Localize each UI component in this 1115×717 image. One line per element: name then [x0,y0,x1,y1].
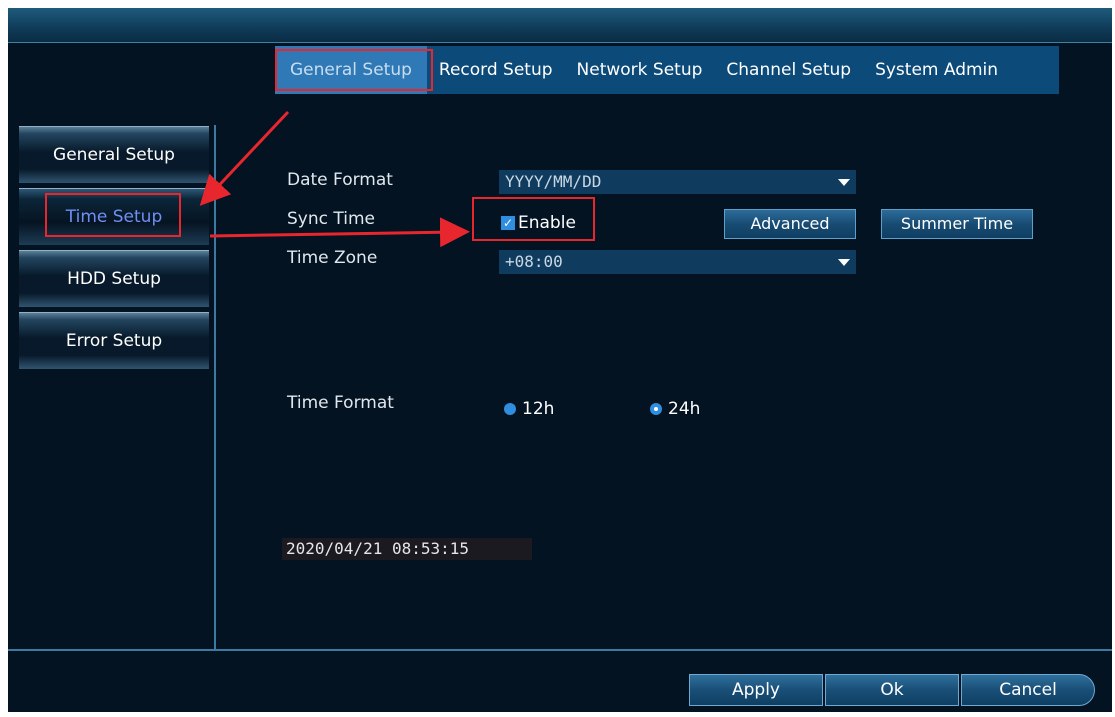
annotation-arrows [199,110,470,248]
arrow-tab-to-sidebar [199,110,290,206]
arrow-sidebar-to-enable [209,217,470,248]
